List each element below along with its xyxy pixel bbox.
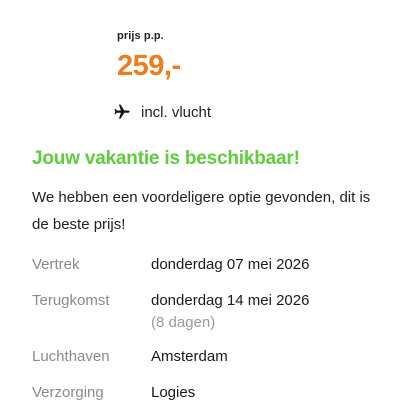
availability-headline: Jouw vakantie is beschikbaar! <box>32 148 300 169</box>
trip-details: Vertrek donderdag 07 mei 2026 Terugkomst… <box>32 254 382 412</box>
departure-value: donderdag 07 mei 2026 <box>151 256 310 273</box>
board-value: Logies <box>151 384 196 401</box>
airport-label: Luchthaven <box>32 348 110 365</box>
airplane-icon <box>112 103 132 121</box>
detail-row-airport: Luchthaven Amsterdam <box>32 346 382 382</box>
departure-label: Vertrek <box>32 256 80 273</box>
return-value: donderdag 14 mei 2026 <box>151 292 310 309</box>
availability-description: We hebben een voordeligere optie gevonde… <box>32 189 371 233</box>
detail-row-return: Terugkomst donderdag 14 mei 2026 (8 dage… <box>32 290 382 346</box>
return-duration: (8 dagen) <box>151 314 216 331</box>
detail-row-board: Verzorging Logies <box>32 382 382 412</box>
detail-row-departure: Vertrek donderdag 07 mei 2026 <box>32 254 382 290</box>
price-value: 259,- <box>117 50 181 82</box>
flight-text: incl. vlucht <box>141 103 212 121</box>
holiday-summary: prijs p.p. 259,- incl. vlucht Jouw vakan… <box>0 0 400 420</box>
flight-included: incl. vlucht <box>112 103 211 121</box>
board-label: Verzorging <box>32 384 104 401</box>
airport-value: Amsterdam <box>151 348 228 365</box>
return-label: Terugkomst <box>32 292 110 309</box>
price-label: prijs p.p. <box>117 30 164 42</box>
price-block: prijs p.p. 259,- <box>117 30 181 81</box>
return-value-group: donderdag 14 mei 2026 (8 dagen) <box>151 290 309 346</box>
